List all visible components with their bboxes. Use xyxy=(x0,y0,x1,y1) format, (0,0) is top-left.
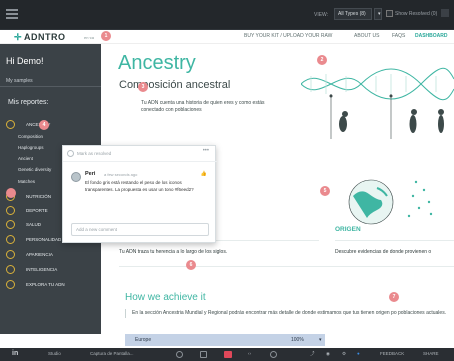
sport-icon xyxy=(6,206,15,215)
status-dot-icon: ● xyxy=(357,351,360,356)
share-icon[interactable]: ⤴ xyxy=(310,351,315,357)
sidebar-item-apariencia[interactable]: APARIENCIA xyxy=(6,250,100,260)
sidebar-item-label: APARIENCIA xyxy=(26,252,53,257)
comment-author: Peri xyxy=(85,171,96,177)
health-icon xyxy=(6,220,15,229)
comment-toolbar: VIEW: All Types (8) ▾ Show Resolved (0) xyxy=(0,0,454,30)
section-subtitle: Composición ancestral xyxy=(119,79,231,91)
comment-time: a few seconds ago xyxy=(104,172,138,177)
comment-pin[interactable]: 4 xyxy=(39,120,49,130)
resolve-checkbox[interactable] xyxy=(67,150,74,157)
menu-icon[interactable] xyxy=(6,9,18,19)
filter-select[interactable]: All Types (8) xyxy=(334,8,372,20)
comment-pin[interactable]: 1 xyxy=(101,31,111,41)
sidebar-divider xyxy=(0,86,101,87)
sidebar-item-label: SALUD xyxy=(26,222,42,227)
ancestry-icon xyxy=(6,120,15,129)
region-label: Europe xyxy=(135,337,152,343)
share-button[interactable]: SHARE xyxy=(423,351,439,356)
sidebar-item-label: INTELIGENCIA xyxy=(26,267,58,272)
settings-icon[interactable]: ⚙ xyxy=(342,351,346,357)
achieve-text: En la sección Ancestria Mundial y Region… xyxy=(125,309,453,318)
taskbar: in Studio Captura de Pantalla... ‹› ⤴ ◉ … xyxy=(0,348,454,361)
taskbar-item-screenshot[interactable]: Captura de Pantalla... xyxy=(90,351,134,356)
sidebar-item-explora[interactable]: EXPLORA TU ADN xyxy=(6,280,100,290)
intelligence-icon xyxy=(6,265,15,274)
view-label: VIEW: xyxy=(314,12,329,18)
comment-body: El fondo gris está restando el peso de l… xyxy=(85,180,194,192)
window-control-icon[interactable] xyxy=(441,9,449,17)
page-title: Ancestry xyxy=(118,52,196,74)
comment-pin[interactable]: 2 xyxy=(317,55,327,65)
sidebar-subitem-ancient[interactable]: Ancient xyxy=(18,156,33,161)
sidebar-item-label: PERSONALIDAD xyxy=(26,237,62,242)
show-resolved-checkbox[interactable] xyxy=(386,10,393,17)
new-comment-input[interactable]: Add a new comment xyxy=(71,223,209,236)
feedback-button[interactable]: FEEDBACK xyxy=(380,351,404,356)
logo-icon: ✛ xyxy=(14,32,23,42)
comment-pin[interactable]: 5 xyxy=(320,186,330,196)
language-selector[interactable]: en·ca xyxy=(84,35,94,40)
nav-about[interactable]: ABOUT US xyxy=(354,33,379,39)
show-resolved-label: Show Resolved (0) xyxy=(395,11,438,17)
origen-text: Descubre evidencias de donde provienen o xyxy=(335,249,432,255)
like-icon[interactable]: 👍 xyxy=(201,171,207,177)
sidebar-item-label: NUTRICIÓN xyxy=(26,194,51,199)
sidebar-item-inteligencia[interactable]: INTELIGENCIA xyxy=(6,265,100,275)
explore-icon xyxy=(6,280,15,289)
card-divider xyxy=(335,240,454,241)
code-icon[interactable]: ‹› xyxy=(248,351,251,356)
greeting: Hi Demo! xyxy=(6,56,44,66)
sidebar-subitem-composition[interactable]: Composition xyxy=(18,134,43,139)
clock-icon[interactable] xyxy=(270,351,277,358)
section-divider xyxy=(119,266,454,267)
region-percent: 100% xyxy=(291,337,304,343)
mark-resolved-label[interactable]: Mark as resolved xyxy=(77,151,111,156)
sidebar-subitem-genetic-diversity[interactable]: Genetic diversity xyxy=(18,167,51,172)
nav-dashboard[interactable]: DASHBOARD xyxy=(415,33,448,39)
reports-title: Mis reportes: xyxy=(8,99,49,106)
nav-buy-kit[interactable]: BUY YOUR KIT / UPLOAD YOUR RAW xyxy=(244,33,332,39)
my-samples-link[interactable]: My samples xyxy=(6,78,33,84)
more-options-icon[interactable]: ••• xyxy=(203,148,209,154)
appearance-icon xyxy=(6,250,15,259)
comment-pin[interactable]: 6 xyxy=(186,260,196,270)
site-logo[interactable]: ✛ ADNTRO xyxy=(14,32,66,43)
app-logo[interactable]: in xyxy=(12,350,18,357)
comment-pin[interactable] xyxy=(6,188,16,198)
sidebar-item-label: DEPORTE xyxy=(26,208,48,213)
globe-illustration xyxy=(348,179,433,225)
record-icon[interactable] xyxy=(224,351,232,358)
origen-title: ORIGEN xyxy=(335,226,361,233)
comment-popup: Mark as resolved ••• Peri a few seconds … xyxy=(62,145,217,243)
filter-dropdown-icon[interactable]: ▾ xyxy=(374,8,382,20)
window-icon[interactable] xyxy=(200,351,207,358)
herencia-text: Tu ADN traza tu herencia a lo largo de l… xyxy=(119,249,228,255)
sidebar-subitem-haplogroups[interactable]: Haplogroups xyxy=(18,145,44,150)
website-frame: ✛ ADNTRO en·ca BUY YOUR KIT / UPLOAD YOUR… xyxy=(0,30,454,348)
eye-icon[interactable]: ◉ xyxy=(326,351,330,357)
sidebar-item-label: EXPLORA TU ADN xyxy=(26,282,65,287)
achieve-title: How we achieve it xyxy=(125,292,206,303)
comment-pin[interactable]: 3 xyxy=(138,82,148,92)
nav-faqs[interactable]: FAQS xyxy=(392,33,405,39)
comment-pin[interactable]: 7 xyxy=(389,292,399,302)
dna-evolution-illustration xyxy=(301,67,454,139)
sidebar-subitem-matches[interactable]: Matches xyxy=(18,179,35,184)
comment-icon[interactable] xyxy=(176,351,183,358)
personality-icon xyxy=(6,235,15,244)
site-header: ✛ ADNTRO en·ca BUY YOUR KIT / UPLOAD YOUR… xyxy=(0,30,454,44)
taskbar-item-studio[interactable]: Studio xyxy=(48,351,61,356)
lead-text: Tu ADN cuenta una historia de quien eres… xyxy=(141,100,265,113)
chevron-down-icon[interactable]: ▾ xyxy=(319,337,322,343)
sidebar-item-ancestry[interactable]: ANCESTRY xyxy=(6,120,100,130)
avatar xyxy=(71,172,81,182)
logo-text: ADNTRO xyxy=(24,32,66,42)
popup-divider xyxy=(63,161,217,162)
